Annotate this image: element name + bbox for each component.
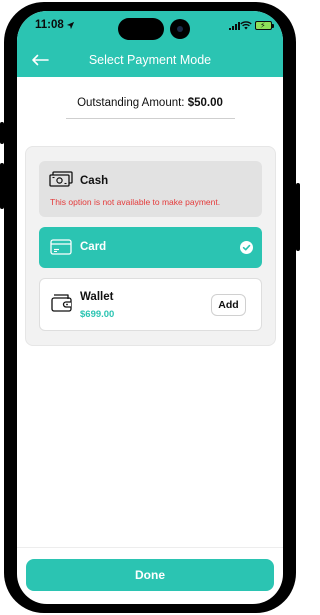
cash-icon	[49, 171, 73, 187]
done-button[interactable]: Done	[26, 559, 274, 591]
selected-check-icon	[240, 241, 253, 254]
page-title: Select Payment Mode	[88, 53, 212, 67]
front-camera	[170, 19, 190, 39]
app-header: 11:08 ⚡ Select Payment Mode	[17, 11, 283, 77]
wallet-balance: $699.00	[80, 309, 115, 320]
cash-label: Cash	[80, 175, 109, 187]
credit-card-icon	[50, 239, 72, 255]
payment-option-wallet[interactable]: Wallet $699.00 Add	[39, 278, 262, 331]
charging-bolt-icon: ⚡	[260, 21, 266, 30]
power-button	[296, 183, 300, 251]
wallet-icon	[51, 294, 72, 312]
card-label: Card	[80, 241, 107, 253]
divider	[66, 118, 235, 119]
status-time: 11:08	[35, 19, 64, 31]
payment-option-cash[interactable]: Cash This option is not available to mak…	[39, 161, 262, 217]
payment-options-panel: Cash This option is not available to mak…	[25, 146, 276, 346]
silent-switch	[0, 122, 4, 144]
add-funds-button[interactable]: Add	[211, 294, 246, 316]
location-arrow-icon	[66, 21, 75, 30]
outstanding-amount: Outstanding Amount: $50.00	[17, 97, 283, 109]
dynamic-island	[118, 18, 164, 40]
footer-divider	[17, 547, 283, 548]
payment-option-card[interactable]: Card	[39, 227, 262, 268]
status-bar: 11:08 ⚡	[17, 11, 283, 41]
app-screen: 11:08 ⚡ Select Payment Mode Outstanding …	[17, 11, 283, 604]
wifi-icon	[240, 21, 252, 30]
wallet-label: Wallet	[80, 291, 114, 303]
volume-button	[0, 163, 4, 209]
cellular-signal-icon	[229, 22, 240, 30]
outstanding-label: Outstanding Amount:	[77, 97, 185, 109]
battery-icon: ⚡	[255, 21, 274, 30]
outstanding-value: $50.00	[187, 97, 223, 109]
cash-unavailable-note: This option is not available to make pay…	[50, 197, 221, 207]
